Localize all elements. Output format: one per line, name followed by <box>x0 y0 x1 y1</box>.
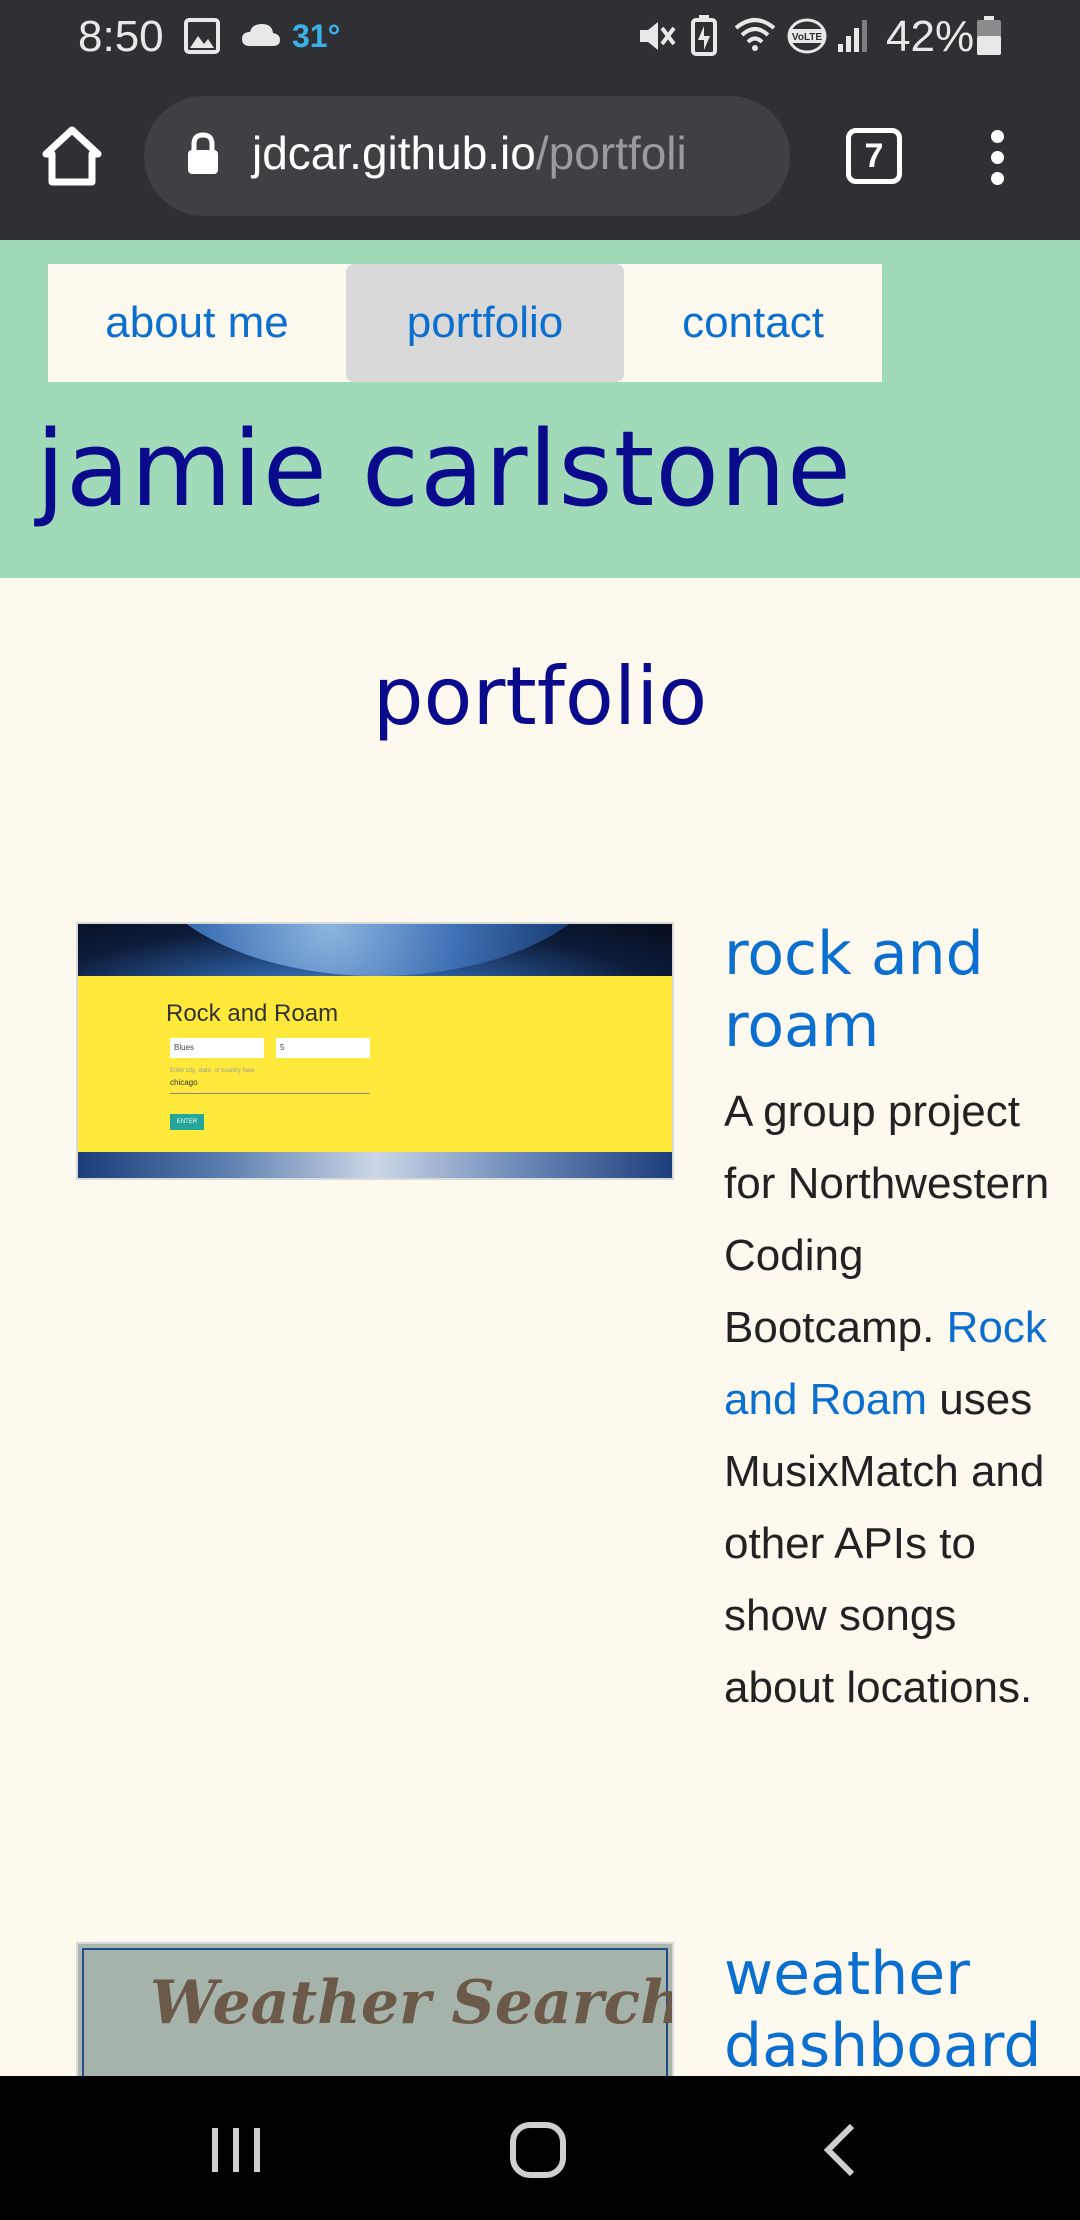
url-path: /portfoli <box>535 127 687 179</box>
svg-text:VoLTE: VoLTE <box>792 32 823 43</box>
back-icon[interactable] <box>812 2120 872 2180</box>
battery-saver-icon <box>691 15 717 56</box>
address-bar[interactable]: jdcar.github.io/portfoli <box>144 96 790 216</box>
battery-icon <box>977 16 1001 55</box>
project-description: A group project for Northwestern Coding … <box>724 1076 1074 1724</box>
weather-temperature: 31° <box>292 18 341 54</box>
mute-icon <box>640 22 676 50</box>
project-title-line: roam <box>724 991 880 1061</box>
url-host: jdcar.github.io <box>252 127 536 179</box>
project-title-line: rock and <box>724 919 984 989</box>
weather-dashboard-thumbnail[interactable]: Weather Search <box>76 1942 674 2082</box>
thumbnail-frame: Weather Search <box>82 1948 672 2080</box>
thumbnail-count-select: 5 <box>276 1038 370 1058</box>
thumbnail-enter-button: ENTER <box>170 1114 204 1130</box>
tab-switcher-button[interactable]: 7 <box>846 128 902 184</box>
project-title-weather-dashboard[interactable]: weather dashboard <box>724 1938 1080 2082</box>
project-title-line: weather <box>724 1939 970 2009</box>
home-nav-icon[interactable] <box>508 2120 568 2180</box>
recent-apps-icon[interactable] <box>206 2120 266 2180</box>
status-bar: 8:50 31° VoLTE 42% <box>0 0 1080 72</box>
cloud-icon <box>242 24 280 46</box>
site-header: about me portfolio contact jamie carlsto… <box>0 240 1080 578</box>
description-text: uses MusixMatch and other APIs to show s… <box>724 1375 1045 1712</box>
site-name: jamie carlstone <box>36 408 852 530</box>
more-menu-icon[interactable] <box>982 130 1012 190</box>
home-icon[interactable] <box>38 122 106 190</box>
url-text: jdcar.github.io/portfoli <box>252 126 687 180</box>
wifi-icon <box>734 18 776 51</box>
rock-and-roam-thumbnail[interactable]: Rock and Roam Blues 5 Enter city, state,… <box>76 922 674 1180</box>
project-title-rock-and-roam[interactable]: rock and roam <box>724 918 984 1062</box>
image-icon <box>184 18 220 54</box>
thumbnail-title: Weather Search <box>150 1968 674 2038</box>
project-title-line: dashboard <box>724 2011 1042 2081</box>
nav-about-me[interactable]: about me <box>48 264 346 382</box>
thumbnail-bottom-banner <box>78 1152 672 1178</box>
status-time: 8:50 <box>78 12 164 61</box>
nav-portfolio[interactable]: portfolio <box>346 264 624 382</box>
nav-contact[interactable]: contact <box>624 264 882 382</box>
system-navigation-bar <box>0 2076 1080 2220</box>
thumbnail-input-hint: Enter city, state, or country here <box>170 1068 255 1074</box>
browser-toolbar: jdcar.github.io/portfoli 7 <box>0 72 1080 240</box>
thumbnail-genre-select: Blues <box>170 1038 264 1058</box>
volte-icon: VoLTE <box>787 18 827 54</box>
page-title: portfolio <box>372 650 708 743</box>
battery-percent: 42% <box>886 12 975 61</box>
thumbnail-title: Rock and Roam <box>166 1000 339 1027</box>
lock-icon <box>188 132 218 174</box>
thumbnail-location-input: chicago <box>170 1078 370 1094</box>
signal-icon <box>838 20 867 52</box>
site-nav: about me portfolio contact <box>48 264 882 382</box>
